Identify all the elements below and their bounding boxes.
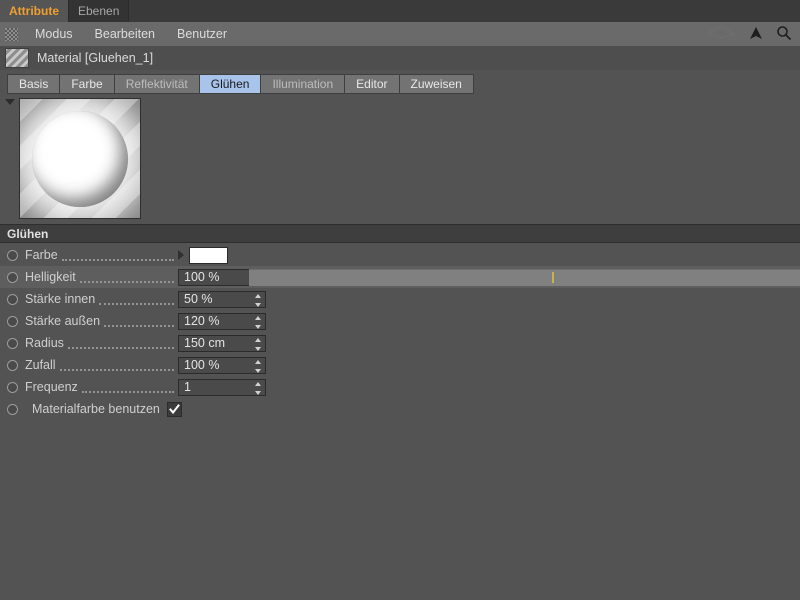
menu-bar-right-icons (706, 24, 800, 44)
attribute-manager-window: Attribute Ebenen Modus Bearbeiten Benutz… (0, 0, 800, 600)
spinner-radius[interactable] (253, 337, 262, 351)
leader-dots (67, 335, 174, 349)
animate-dot-icon[interactable] (7, 381, 18, 393)
animate-dot-icon[interactable] (7, 315, 18, 327)
parameter-label-staerke-aussen: Stärke außen (25, 314, 101, 328)
triangle-right-icon[interactable] (178, 250, 184, 260)
preview-sphere (32, 110, 128, 207)
input-helligkeit-value: 100 % (184, 270, 220, 284)
spinner-zufall[interactable] (253, 359, 262, 373)
tab-attribute[interactable]: Attribute (0, 0, 69, 22)
tab-ebenen[interactable]: Ebenen (69, 0, 130, 22)
input-frequenz-value: 1 (184, 380, 191, 394)
input-radius-value: 150 cm (184, 336, 225, 350)
section-header-gluehen: Glühen (0, 224, 800, 243)
input-staerke-aussen[interactable]: 120 % (178, 312, 266, 330)
parameter-label-radius: Radius (25, 336, 64, 350)
parameter-row-staerke-aussen: Stärke außen 120 % (0, 310, 800, 332)
tab-illumination[interactable]: Illumination (260, 74, 345, 94)
input-staerke-innen[interactable]: 50 % (178, 290, 266, 308)
spinner-staerke-aussen[interactable] (253, 315, 262, 329)
animate-dot-icon[interactable] (7, 293, 18, 305)
parameter-row-helligkeit: Helligkeit 100 % (0, 266, 800, 288)
tab-basis[interactable]: Basis (7, 74, 60, 94)
input-radius[interactable]: 150 cm (178, 334, 266, 352)
animate-dot-icon[interactable] (7, 337, 18, 349)
spinner-frequenz[interactable] (253, 381, 262, 395)
parameter-label-materialfarbe-benutzen: Materialfarbe benutzen (32, 402, 160, 416)
menu-bar: Modus Bearbeiten Benutzer (0, 22, 800, 47)
tab-farbe[interactable]: Farbe (59, 74, 114, 94)
menu-item-benutzer[interactable]: Benutzer (166, 22, 238, 46)
parameter-label-frequenz: Frequenz (25, 380, 78, 394)
parameter-label-helligkeit: Helligkeit (25, 270, 76, 284)
parameter-row-farbe: Farbe (0, 244, 800, 266)
animate-dot-icon[interactable] (7, 249, 18, 261)
leader-dots (59, 357, 174, 371)
parameter-row-radius: Radius 150 cm (0, 332, 800, 354)
menu-item-modus[interactable]: Modus (24, 22, 84, 46)
channel-tab-bar: Basis Farbe Reflektivität Glühen Illumin… (0, 74, 800, 95)
parameter-label-farbe: Farbe (25, 248, 58, 262)
grip-dots-icon[interactable] (5, 27, 18, 41)
slider-helligkeit[interactable] (249, 269, 800, 286)
leader-dots (99, 291, 174, 305)
manager-tab-strip: Attribute Ebenen (0, 0, 800, 23)
parameter-row-frequenz: Frequenz 1 (0, 376, 800, 398)
parameter-row-zufall: Zufall 100 % (0, 354, 800, 376)
preview-area (0, 96, 800, 221)
layers-plane-icon[interactable] (706, 24, 736, 44)
leader-dots (61, 247, 174, 261)
parameter-label-staerke-innen: Stärke innen (25, 292, 96, 306)
animate-dot-icon[interactable] (7, 403, 18, 415)
checkmark-icon (168, 403, 180, 414)
page-title: Material [Gluehen_1] (37, 51, 154, 65)
tab-gluehen[interactable]: Glühen (198, 74, 261, 94)
leader-dots (81, 379, 174, 393)
slider-marker (552, 272, 555, 283)
input-staerke-innen-value: 50 % (184, 292, 213, 306)
parameter-list: Farbe Helligkeit 100 % Stärke innen 50 %… (0, 244, 800, 420)
color-swatch-farbe[interactable] (189, 246, 228, 264)
animate-dot-icon[interactable] (7, 271, 18, 283)
parameter-label-zufall: Zufall (25, 358, 56, 372)
parameter-row-staerke-innen: Stärke innen 50 % (0, 288, 800, 310)
tab-editor[interactable]: Editor (344, 74, 399, 94)
parameter-row-materialfarbe-benutzen: Materialfarbe benutzen (0, 398, 800, 420)
section-header-label: Glühen (7, 226, 49, 241)
material-title-row: Material [Gluehen_1] (0, 46, 800, 70)
leader-dots (79, 269, 174, 283)
arrow-up-icon[interactable] (748, 25, 764, 44)
leader-dots (104, 313, 174, 327)
search-icon[interactable] (776, 25, 792, 44)
input-staerke-aussen-value: 120 % (184, 314, 220, 328)
material-preview-thumbnail[interactable] (19, 98, 141, 219)
checkbox-materialfarbe-benutzen[interactable] (166, 401, 182, 417)
tab-zuweisen[interactable]: Zuweisen (398, 74, 474, 94)
spinner-staerke-innen[interactable] (253, 293, 262, 307)
triangle-down-icon[interactable] (5, 99, 15, 105)
menu-item-bearbeiten[interactable]: Bearbeiten (84, 22, 166, 46)
tab-reflektivitaet[interactable]: Reflektivität (113, 74, 199, 94)
input-zufall-value: 100 % (184, 358, 220, 372)
material-swatch-icon (5, 48, 29, 68)
input-frequenz[interactable]: 1 (178, 378, 266, 396)
input-zufall[interactable]: 100 % (178, 356, 266, 374)
animate-dot-icon[interactable] (7, 359, 18, 371)
